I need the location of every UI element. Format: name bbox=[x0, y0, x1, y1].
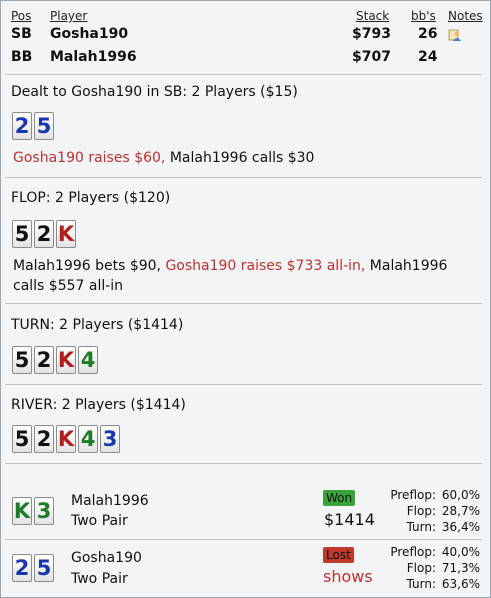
showdown-cards: 2 5 bbox=[12, 554, 56, 582]
hole-cards: 2 5 bbox=[12, 112, 56, 140]
equity-value: 36,4% bbox=[441, 520, 480, 534]
equity-value: 28,7% bbox=[441, 504, 480, 518]
hero-action: Gosha190 raises $733 all-in, bbox=[165, 258, 366, 274]
equity-label: Flop: bbox=[406, 561, 436, 575]
player-pos: SB bbox=[11, 26, 32, 42]
header-stack[interactable]: Stack bbox=[356, 9, 389, 23]
hero-action: Gosha190 raises $60, bbox=[13, 150, 166, 166]
divider bbox=[5, 539, 482, 540]
divider bbox=[5, 384, 482, 385]
showdown-cards: K 3 bbox=[12, 497, 56, 525]
playing-card: 5 bbox=[34, 112, 54, 140]
won-amount: $1414 bbox=[324, 510, 375, 529]
villain-action: Malah1996 calls $30 bbox=[165, 150, 315, 166]
equity-value: 71,3% bbox=[441, 561, 480, 575]
river-cards: 5 2 K 4 3 bbox=[12, 425, 122, 453]
header-notes[interactable]: Notes bbox=[448, 9, 483, 23]
preflop-title: Dealt to Gosha190 in SB: 2 Players ($15) bbox=[11, 84, 298, 100]
player-stack: $793 bbox=[352, 26, 391, 42]
player-stack: $707 bbox=[352, 49, 391, 65]
preflop-actions: Gosha190 raises $60, Malah1996 calls $30 bbox=[13, 148, 483, 168]
header-player[interactable]: Player bbox=[50, 9, 87, 23]
river-title: RIVER: 2 Players ($1414) bbox=[11, 397, 186, 413]
equity-label: Turn: bbox=[406, 520, 436, 534]
equity-label: Flop: bbox=[406, 504, 436, 518]
playing-card: 5 bbox=[12, 425, 32, 453]
turn-cards: 5 2 K 4 bbox=[12, 346, 100, 374]
equity-value: 40,0% bbox=[441, 545, 480, 559]
equity-label: Preflop: bbox=[390, 545, 436, 559]
hand-history-panel: Pos Player Stack bb's Notes SB Gosha190 … bbox=[0, 0, 491, 598]
showdown-hand: Two Pair bbox=[71, 513, 128, 529]
playing-card: 2 bbox=[34, 346, 54, 374]
playing-card: 3 bbox=[100, 425, 120, 453]
equity-labels: Preflop: Flop: Turn: bbox=[377, 487, 436, 535]
playing-card: K bbox=[56, 425, 76, 453]
equity-value: 63,6% bbox=[441, 577, 480, 591]
player-bbs: 24 bbox=[418, 49, 438, 65]
playing-card: 2 bbox=[34, 220, 54, 248]
player-name[interactable]: Malah1996 bbox=[50, 49, 137, 65]
player-bbs: 26 bbox=[418, 26, 438, 42]
equity-value: 60,0% bbox=[441, 488, 480, 502]
playing-card: 3 bbox=[34, 497, 54, 525]
flop-actions: Malah1996 bets $90, Gosha190 raises $733… bbox=[13, 256, 473, 296]
divider bbox=[5, 74, 482, 75]
equity-values: 40,0% 71,3% 63,6% bbox=[438, 544, 480, 592]
result-badge: Lost bbox=[323, 547, 354, 563]
flop-cards: 5 2 K bbox=[12, 220, 78, 248]
player-pos: BB bbox=[11, 49, 33, 65]
playing-card: 2 bbox=[34, 425, 54, 453]
equity-label: Preflop: bbox=[390, 488, 436, 502]
playing-card: 2 bbox=[12, 112, 32, 140]
result-badge: Won bbox=[323, 490, 356, 506]
playing-card: 2 bbox=[12, 554, 32, 582]
playing-card: 5 bbox=[12, 220, 32, 248]
header-bbs[interactable]: bb's bbox=[411, 9, 436, 23]
playing-card: 5 bbox=[34, 554, 54, 582]
playing-card: K bbox=[56, 220, 76, 248]
playing-card: 4 bbox=[78, 425, 98, 453]
equity-values: 60,0% 28,7% 36,4% bbox=[438, 487, 480, 535]
divider bbox=[5, 177, 482, 178]
playing-card: 5 bbox=[12, 346, 32, 374]
showdown-player-name[interactable]: Malah1996 bbox=[71, 493, 149, 509]
player-name[interactable]: Gosha190 bbox=[50, 26, 128, 42]
playing-card: K bbox=[56, 346, 76, 374]
notes-user-icon[interactable] bbox=[448, 27, 462, 46]
showdown-hand: Two Pair bbox=[71, 571, 128, 587]
playing-card: K bbox=[12, 497, 32, 525]
shows-label: shows bbox=[323, 567, 373, 586]
showdown-player-name[interactable]: Gosha190 bbox=[71, 550, 142, 566]
header-pos[interactable]: Pos bbox=[11, 9, 31, 23]
divider bbox=[5, 463, 482, 464]
equity-labels: Preflop: Flop: Turn: bbox=[377, 544, 436, 592]
divider bbox=[5, 303, 482, 304]
turn-title: TURN: 2 Players ($1414) bbox=[11, 317, 184, 333]
equity-label: Turn: bbox=[406, 577, 436, 591]
villain-action: Malah1996 bets $90, bbox=[13, 258, 166, 274]
playing-card: 4 bbox=[78, 346, 98, 374]
flop-title: FLOP: 2 Players ($120) bbox=[11, 190, 171, 206]
